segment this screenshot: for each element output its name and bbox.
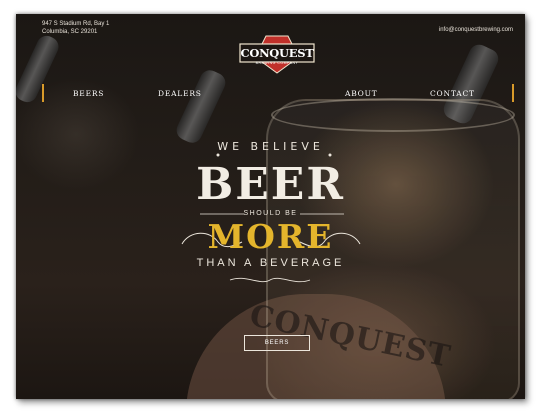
nav-bar-left	[42, 84, 44, 102]
nav-dealers[interactable]: DEALERS	[158, 89, 202, 98]
logo-subtitle: BREWING COMPANY	[255, 61, 299, 65]
hero-should-be: SHOULD BE	[243, 210, 298, 217]
beers-cta-button[interactable]: BEERS	[244, 335, 310, 351]
beer-tap-image	[173, 67, 229, 146]
hero-beer: BEER	[196, 159, 345, 210]
nav-contact[interactable]: CONTACT	[430, 89, 475, 98]
bottom-flourish	[229, 277, 311, 283]
beer-tap-image	[16, 32, 62, 106]
address: 947 S Stadium Rd, Bay 1 Columbia, SC 292…	[42, 20, 109, 36]
email-link[interactable]: info@conquestbrewing.com	[439, 27, 513, 33]
address-line1: 947 S Stadium Rd, Bay 1	[42, 21, 110, 27]
site-hero: CONQUEST 947 S Stadium Rd, Bay 1 Columbi…	[16, 14, 525, 399]
nav-beers[interactable]: BEERS	[73, 89, 104, 98]
nav-about[interactable]: ABOUT	[345, 89, 378, 98]
hero-more: MORE	[207, 217, 334, 256]
logo-wordmark: CONQUEST	[240, 46, 314, 60]
glass-rim	[271, 98, 515, 132]
hero-than-a-beverage: THAN A BEVERAGE	[196, 257, 345, 269]
nav-bar-right	[512, 84, 514, 102]
address-line2: Columbia, SC 29201	[42, 29, 98, 35]
